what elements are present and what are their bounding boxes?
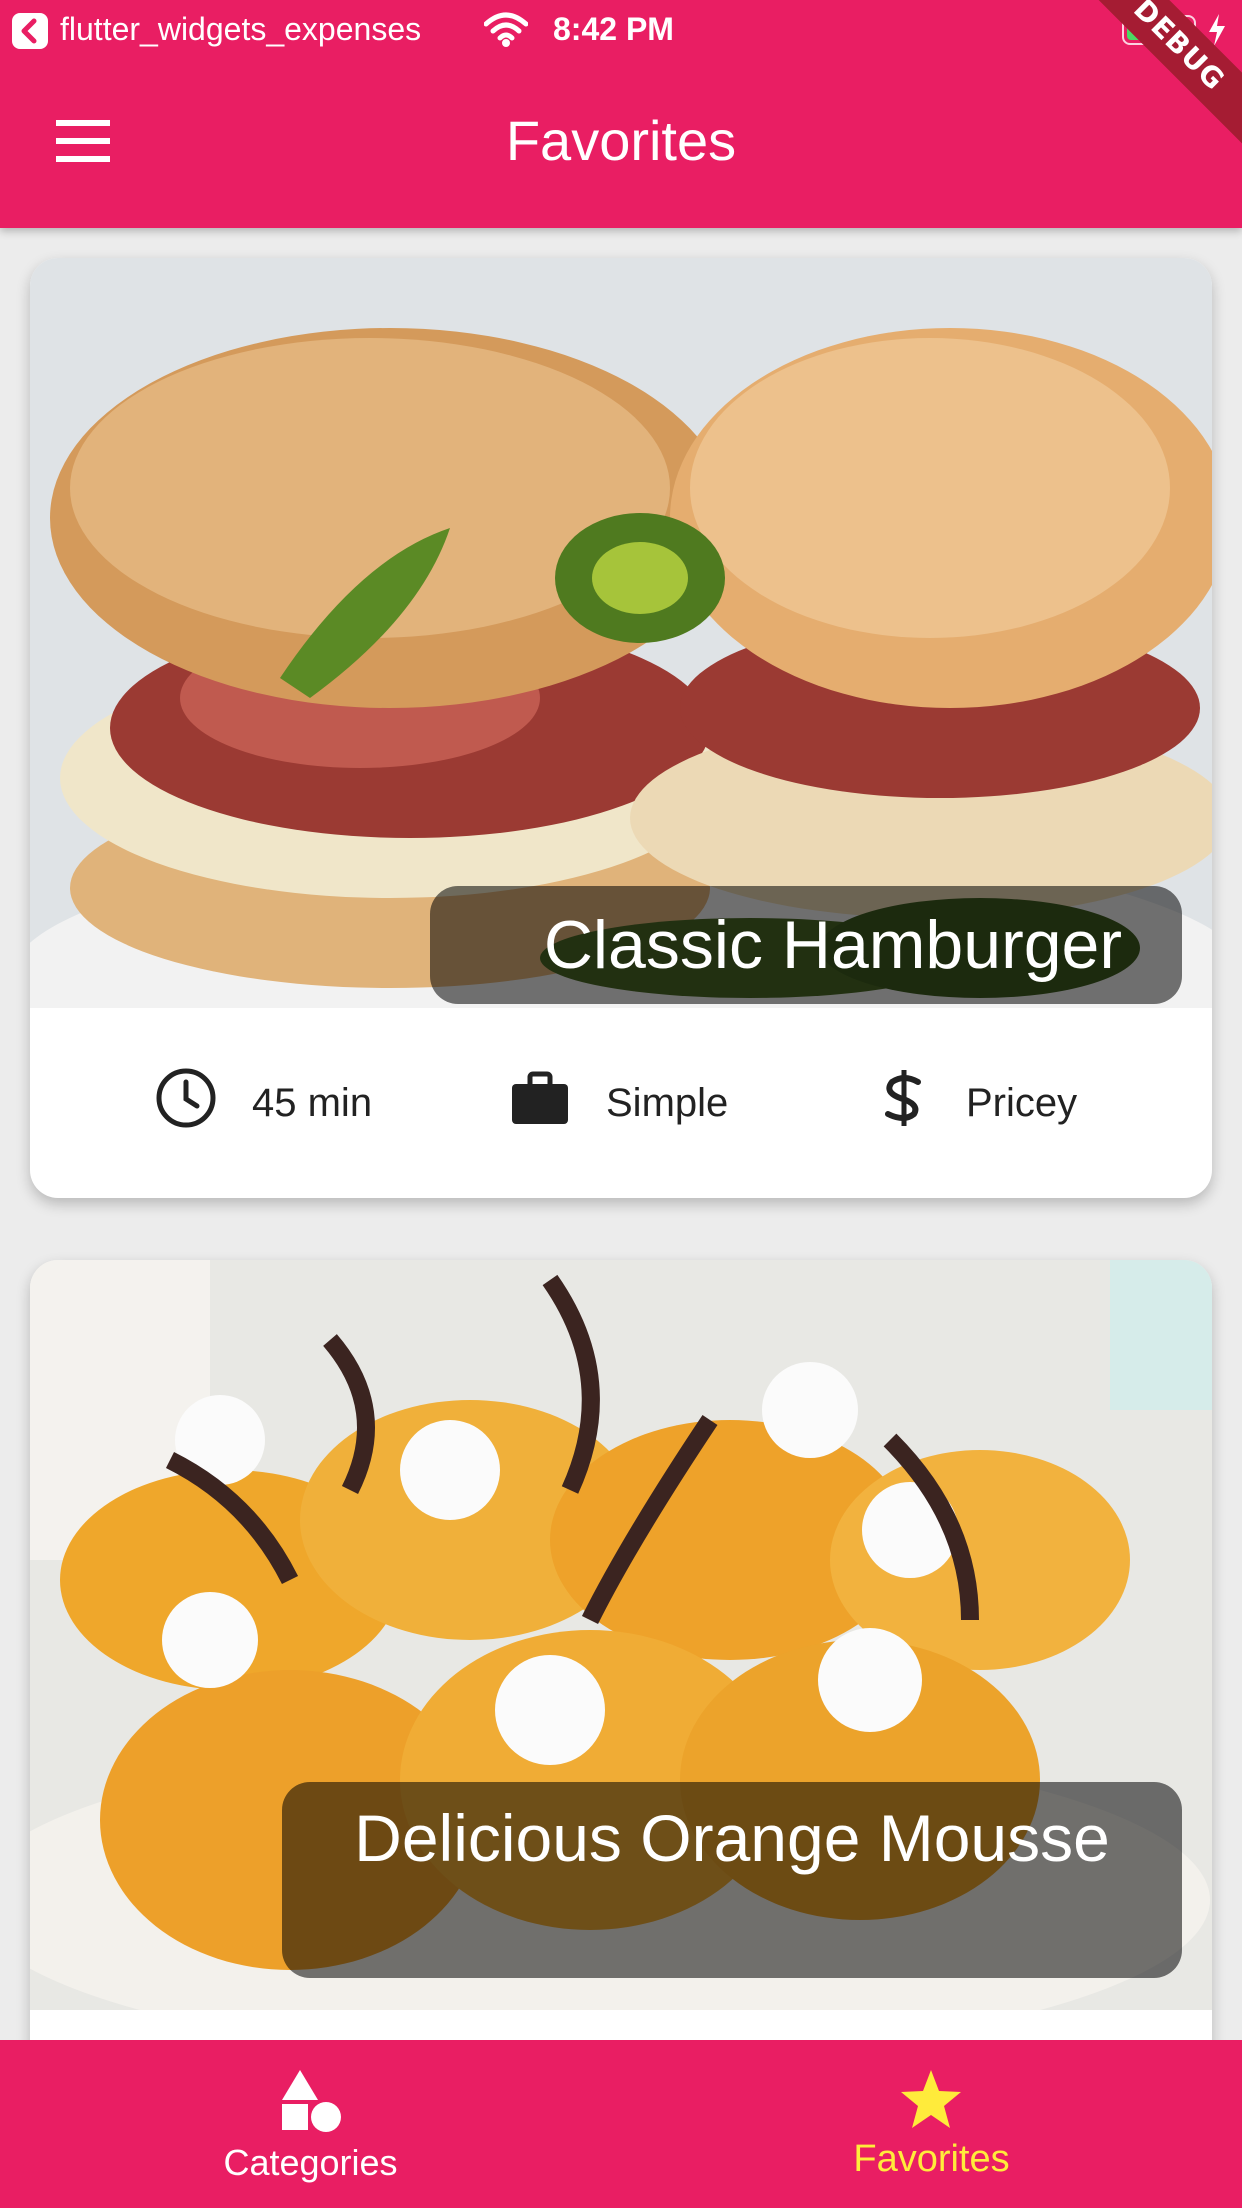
tab-categories[interactable]: Categories <box>0 2040 621 2208</box>
clock-icon <box>154 1066 252 1140</box>
categories-shapes-icon <box>282 2070 341 2132</box>
tab-favorites-label: Favorites <box>853 2138 1010 2180</box>
meal-affordability: Pricey <box>876 1008 1077 1198</box>
meal-complexity-text: Simple <box>606 1080 729 1125</box>
tab-favorites[interactable]: Favorites <box>621 2040 1242 2208</box>
bottom-navigation-bar: Categories Favorites <box>0 2040 1242 2208</box>
page-title: Favorites <box>505 109 737 172</box>
meal-complexity: Simple <box>508 1008 728 1198</box>
status-app-name: flutter_widgets_expenses <box>60 11 422 47</box>
favorites-list[interactable]: Classic Hamburger 45 min Simple Pricey D… <box>0 228 1242 2040</box>
wifi-icon <box>483 12 529 56</box>
meal-title-overlay: Classic Hamburger <box>430 886 1182 1004</box>
app-bar: flutter_widgets_expenses 8:42 PM Favorit… <box>0 0 1242 228</box>
meal-title-overlay: Delicious Orange Mousse <box>282 1782 1182 1978</box>
meal-card[interactable]: Classic Hamburger 45 min Simple Pricey <box>30 258 1212 1198</box>
meal-card[interactable]: Delicious Orange Mousse <box>30 1260 1212 2040</box>
meal-affordability-text: Pricey <box>966 1080 1078 1125</box>
tab-categories-label: Categories <box>223 2142 398 2183</box>
meal-image-orange-mousse: Delicious Orange Mousse <box>30 1260 1212 2010</box>
star-icon <box>901 2070 961 2128</box>
meal-image-hamburger: Classic Hamburger <box>30 258 1212 1008</box>
briefcase-icon <box>508 1066 606 1140</box>
back-arrow-icon[interactable] <box>12 13 48 49</box>
status-time: 8:42 PM <box>553 11 674 47</box>
status-bar: flutter_widgets_expenses 8:42 PM <box>0 0 1242 62</box>
meal-details-row: 45 min Simple Pricey <box>30 1008 1212 1198</box>
meal-duration: 45 min <box>154 1008 372 1198</box>
dollar-icon <box>876 1066 966 1140</box>
meal-duration-text: 45 min <box>252 1080 373 1125</box>
